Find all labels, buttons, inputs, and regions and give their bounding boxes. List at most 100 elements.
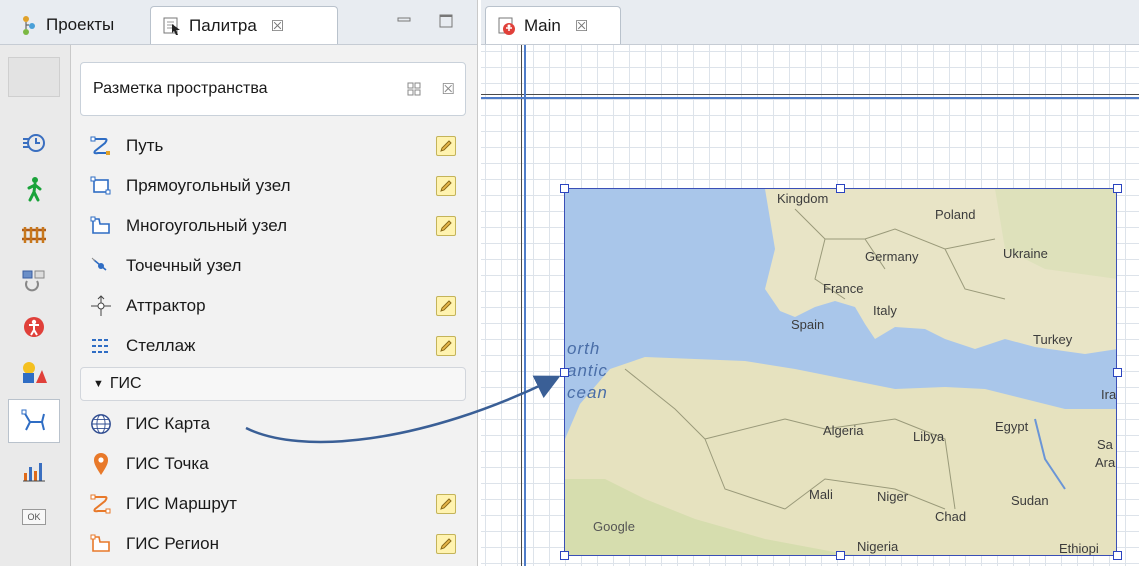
polygonal-node-icon (90, 215, 112, 237)
palette-icon (161, 15, 183, 37)
gis-map[interactable]: Kingdom Poland Germany Ukraine France It… (564, 188, 1117, 556)
resize-handle[interactable] (1113, 551, 1122, 560)
sidebar-controls-button[interactable]: OK (8, 499, 60, 535)
palette-item-label: Прямоугольный узел (126, 176, 291, 195)
location-pin-icon (90, 453, 112, 475)
palette-item-rectangular-node[interactable]: Прямоугольный узел (90, 168, 460, 204)
map-label: Ukraine (1003, 246, 1048, 261)
close-icon[interactable]: ☒ (575, 17, 588, 35)
editor-tab-bar: Main ☒ (481, 0, 1139, 45)
map-label: Libya (913, 429, 945, 444)
map-label: Spain (791, 317, 825, 332)
edit-pencil-icon[interactable] (436, 494, 456, 514)
globe-icon (90, 413, 112, 435)
sidebar-fluid-button[interactable] (8, 263, 60, 299)
sidebar-top-empty (8, 57, 60, 97)
left-panel: Проекты Палитра ☒ OK Разметка пространст… (0, 0, 478, 566)
palette-item-gis-route[interactable]: ГИС Маршрут (90, 486, 460, 522)
map-label: antic (567, 361, 608, 380)
gis-section-title: ГИС (109, 375, 142, 392)
presentation-icon (23, 362, 47, 383)
rectangular-node-icon (90, 175, 112, 197)
palette-item-path[interactable]: Путь (90, 128, 460, 164)
point-node-icon (90, 255, 112, 277)
process-icon (23, 134, 45, 152)
map-label: Algeria (823, 423, 864, 438)
analysis-icon (23, 463, 45, 482)
origin-horizontal-guide (481, 97, 1139, 99)
resize-handle[interactable] (1113, 184, 1122, 193)
palette-item-gis-map[interactable]: ГИС Карта (90, 406, 460, 442)
edit-pencil-icon[interactable] (436, 296, 456, 316)
sidebar-agent-button[interactable] (8, 309, 60, 345)
map-label: Egypt (995, 419, 1029, 434)
resize-handle[interactable] (836, 551, 845, 560)
sidebar-analysis-button[interactable] (8, 453, 60, 489)
resize-handle[interactable] (836, 184, 845, 193)
agent-type-icon (496, 15, 518, 37)
controls-icon: OK (22, 509, 46, 525)
edit-pencil-icon[interactable] (436, 336, 456, 356)
map-label: Nigeria (857, 539, 899, 554)
palette-content: Разметка пространства ☒ Путь Прямоугольн… (80, 62, 466, 566)
agent-icon (24, 317, 44, 337)
edit-pencil-icon[interactable] (436, 176, 456, 196)
maximize-icon[interactable] (438, 14, 454, 28)
resize-handle[interactable] (1113, 368, 1122, 377)
map-label: Mali (809, 487, 833, 502)
map-label: Sudan (1011, 493, 1049, 508)
map-label: Niger (877, 489, 909, 504)
tab-palette-label: Палитра (189, 15, 257, 35)
map-label: Ethiopi (1059, 541, 1099, 556)
x-axis-line (481, 94, 1139, 95)
map-label: orth (567, 339, 601, 358)
resize-handle[interactable] (560, 184, 569, 193)
palette-item-rack[interactable]: Стеллаж (90, 328, 460, 364)
map-label: Iraq (1101, 387, 1117, 402)
tab-projects-label: Проекты (46, 15, 115, 34)
palette-item-label: Точечный узел (126, 256, 242, 275)
fluid-icon (22, 270, 45, 292)
palette-item-label: Аттрактор (126, 296, 206, 315)
gis-route-icon (90, 493, 112, 515)
minimize-icon[interactable] (396, 14, 412, 28)
map-label: Sa (1097, 437, 1113, 452)
tab-palette[interactable]: Палитра ☒ (150, 6, 338, 44)
palette-item-label: ГИС Регион (126, 534, 220, 553)
close-icon[interactable]: ☒ (442, 80, 455, 98)
sidebar-process-button[interactable] (8, 125, 60, 161)
palette-item-point-node[interactable]: Точечный узел (90, 248, 460, 284)
sidebar-pedestrian-button[interactable] (8, 171, 60, 207)
edit-pencil-icon[interactable] (436, 534, 456, 554)
palette-item-gis-point[interactable]: ГИС Точка (90, 446, 460, 482)
edit-pencil-icon[interactable] (436, 216, 456, 236)
palette-item-polygonal-node[interactable]: Многоугольный узел (90, 208, 460, 244)
palette-item-attractor[interactable]: Аттрактор (90, 288, 460, 324)
sidebar-space-markup-button[interactable] (8, 399, 60, 443)
map-label: Kingdom (777, 191, 829, 206)
grid-view-icon[interactable] (407, 82, 421, 96)
palette-item-label: Многоугольный узел (126, 216, 288, 235)
palette-sidebar: OK (0, 45, 71, 566)
map-label: Chad (935, 509, 967, 524)
tab-main-label: Main (524, 15, 561, 35)
map-label: cean (567, 383, 608, 402)
gis-section-header[interactable]: ▼ ГИС (80, 367, 466, 401)
y-axis-line (521, 45, 522, 566)
map-label: Poland (935, 207, 976, 222)
origin-vertical-guide (524, 45, 526, 566)
palette-section-header[interactable]: Разметка пространства ☒ (80, 62, 466, 116)
google-logo: Google (593, 519, 635, 534)
resize-handle[interactable] (560, 368, 569, 377)
tab-main[interactable]: Main ☒ (485, 6, 621, 44)
resize-handle[interactable] (560, 551, 569, 560)
edit-pencil-icon[interactable] (436, 136, 456, 156)
sidebar-rail-button[interactable] (8, 217, 60, 253)
palette-item-label: ГИС Маршрут (126, 494, 237, 513)
map-label: Ara (1095, 455, 1116, 470)
close-icon[interactable]: ☒ (271, 17, 284, 35)
tab-projects[interactable]: Проекты (8, 6, 124, 44)
sidebar-presentation-button[interactable] (8, 355, 60, 391)
palette-section-title: Разметка пространства (93, 80, 268, 97)
palette-item-gis-region[interactable]: ГИС Регион (90, 526, 460, 562)
